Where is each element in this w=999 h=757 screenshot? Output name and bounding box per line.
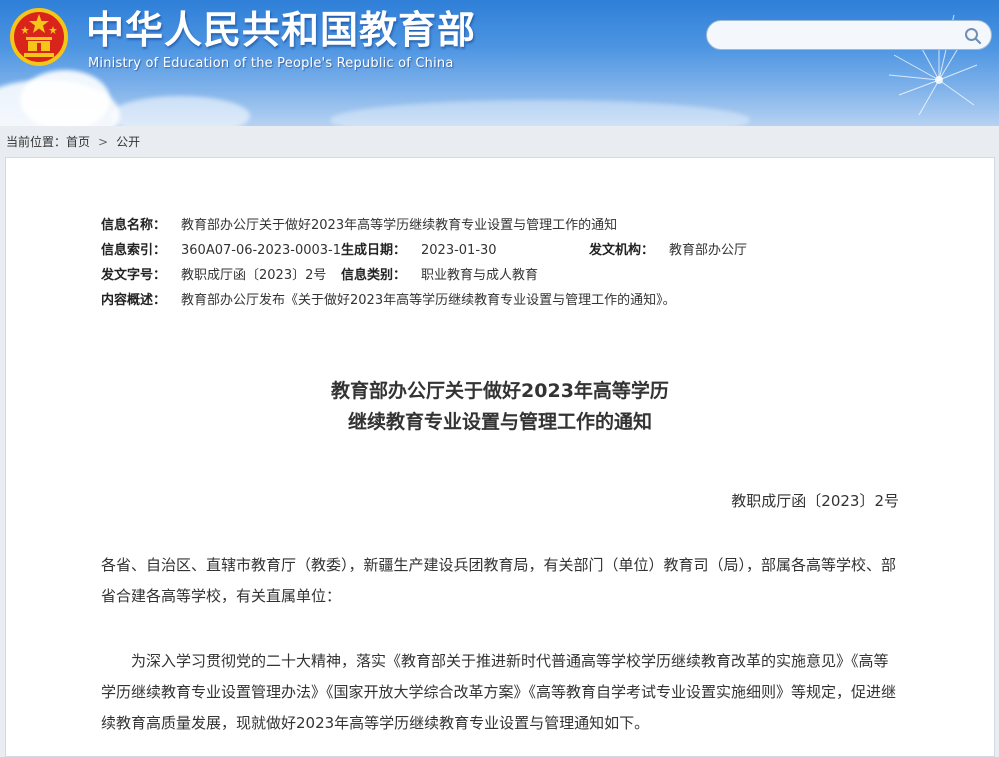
document-paragraph-intro-text: 为深入学习贯彻党的二十大精神，落实《教育部关于推进新时代普通高等学校学历继续教育… (101, 652, 897, 732)
search-icon[interactable] (963, 26, 983, 46)
meta-index-value: 360A07-06-2023-0003-1 (181, 243, 341, 258)
breadcrumb-separator: > (98, 135, 109, 149)
cloud-decoration (20, 70, 110, 126)
document-title: 教育部办公厅关于做好2023年高等学历 继续教育专业设置与管理工作的通知 (6, 376, 994, 438)
meta-name-value: 教育部办公厅关于做好2023年高等学历继续教育专业设置与管理工作的通知 (181, 218, 618, 233)
document-paragraph-addressees: 各省、自治区、直辖市教育厅（教委），新疆生产建设兵团教育局，有关部门（单位）教育… (101, 556, 897, 605)
document-title-line-1: 教育部办公厅关于做好2023年高等学历 (331, 380, 669, 402)
meta-category-value: 职业教育与成人教育 (421, 268, 539, 283)
search-box (706, 20, 992, 50)
meta-date-value: 2023-01-30 (421, 243, 497, 258)
breadcrumb-prefix: 当前位置： (6, 135, 67, 149)
meta-date-label: 生成日期： (341, 243, 407, 258)
search-input[interactable] (719, 25, 963, 47)
meta-summary-value: 教育部办公厅发布《关于做好2023年高等学历继续教育专业设置与管理工作的通知》。 (181, 293, 676, 308)
cloud-decoration (110, 96, 250, 126)
breadcrumb: 当前位置：首页 > 公开 (6, 133, 140, 150)
site-subtitle: Ministry of Education of the People's Re… (88, 56, 454, 71)
meta-issuer-label: 发文机构： (589, 243, 655, 258)
meta-summary-label: 内容概述： (101, 293, 167, 308)
breadcrumb-home-link[interactable]: 首页 (66, 135, 90, 149)
national-emblem-icon (10, 8, 68, 66)
meta-docno-value: 教职成厅函〔2023〕2号 (181, 268, 327, 283)
meta-issuer-value: 教育部办公厅 (669, 243, 748, 258)
header-banner: 中华人民共和国教育部 Ministry of Education of the … (0, 0, 999, 126)
breadcrumb-public-link[interactable]: 公开 (116, 135, 140, 149)
meta-category-label: 信息类别： (341, 268, 407, 283)
content-panel: 信息名称： 教育部办公厅关于做好2023年高等学历继续教育专业设置与管理工作的通… (5, 157, 995, 757)
cloud-decoration (330, 100, 750, 126)
document-paragraph-intro: 为深入学习贯彻党的二十大精神，落实《教育部关于推进新时代普通高等学校学历继续教育… (101, 646, 901, 739)
meta-index-label: 信息索引： (101, 243, 167, 258)
meta-name-label: 信息名称： (101, 218, 167, 233)
document-number: 教职成厅函〔2023〕2号 (731, 492, 899, 510)
meta-docno-label: 发文字号： (101, 268, 167, 283)
document-title-line-2: 继续教育专业设置与管理工作的通知 (347, 411, 652, 433)
site-title: 中华人民共和国教育部 (86, 8, 477, 52)
